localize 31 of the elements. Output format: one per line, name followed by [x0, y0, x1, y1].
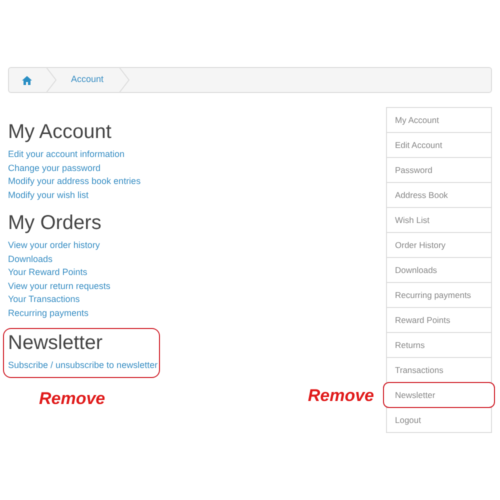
- section-heading: Newsletter: [8, 331, 104, 356]
- sidebar-item[interactable]: Order History: [386, 232, 492, 258]
- sidebar-item[interactable]: Wish List: [386, 207, 492, 233]
- home-icon: [22, 76, 32, 84]
- menu-link[interactable]: Downloads: [8, 252, 53, 266]
- sidebar-item[interactable]: Transactions: [386, 357, 492, 383]
- menu-link[interactable]: Your Reward Points: [8, 266, 88, 280]
- menu-link[interactable]: Subscribe / unsubscribe to newsletter: [8, 359, 158, 372]
- sidebar-item[interactable]: My Account: [386, 107, 492, 133]
- menu-link[interactable]: Edit your account information: [8, 148, 125, 162]
- remove-note: Remove: [308, 385, 374, 407]
- section-heading: My Account: [8, 120, 112, 145]
- menu-link[interactable]: View your order history: [8, 239, 100, 252]
- sidebar-item[interactable]: Returns: [386, 332, 492, 358]
- menu-link[interactable]: Your Transactions: [8, 293, 80, 306]
- sidebar-item[interactable]: Reward Points: [386, 307, 492, 333]
- menu-link[interactable]: View your return requests: [8, 280, 110, 293]
- sidebar-item[interactable]: Newsletter: [383, 382, 495, 408]
- remove-note: Remove: [39, 388, 106, 410]
- sidebar-item[interactable]: Logout: [386, 407, 492, 433]
- sidebar-item[interactable]: Downloads: [386, 257, 492, 283]
- menu-link[interactable]: Modify your wish list: [8, 188, 89, 202]
- menu-link[interactable]: Modify your address book entries: [8, 175, 141, 188]
- section-heading: My Orders: [8, 211, 102, 236]
- sidebar-item[interactable]: Edit Account: [386, 132, 492, 158]
- sidebar-item[interactable]: Password: [386, 157, 492, 183]
- menu-link[interactable]: Change your password: [8, 162, 101, 175]
- breadcrumb-link[interactable]: Account: [57, 73, 118, 87]
- sidebar-item[interactable]: Address Book: [386, 182, 492, 208]
- menu-link[interactable]: Recurring payments: [8, 306, 89, 320]
- sidebar-item[interactable]: Recurring payments: [386, 282, 492, 308]
